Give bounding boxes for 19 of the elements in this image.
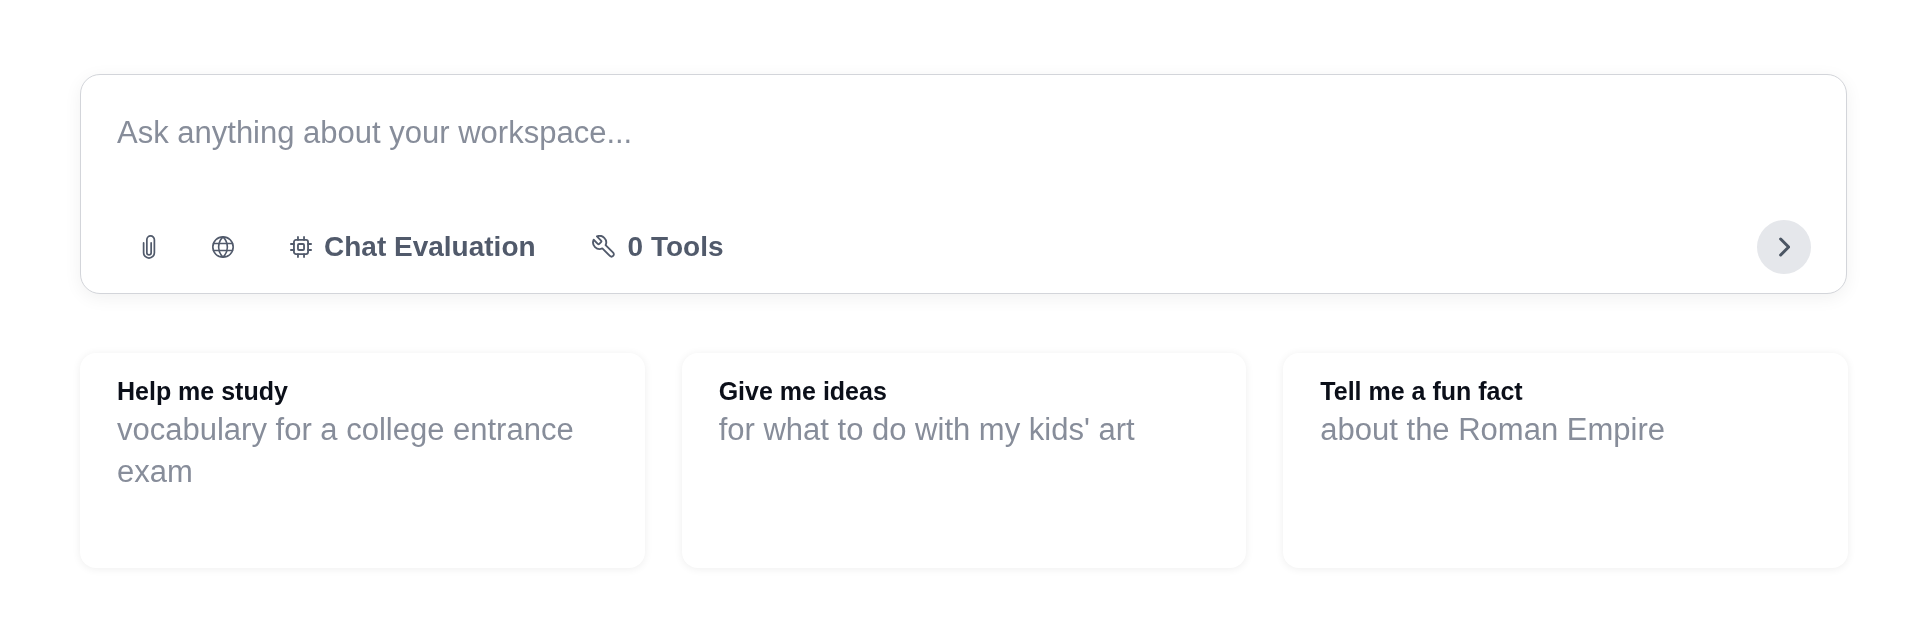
suggestion-title: Give me ideas bbox=[718, 376, 887, 406]
chip-icon bbox=[290, 236, 312, 258]
paperclip-icon bbox=[142, 235, 156, 259]
wrench-icon bbox=[591, 235, 616, 259]
suggestion-subtitle: about the Roman Empire bbox=[1320, 411, 1665, 449]
suggestion-subtitle: for what to do with my kids' art bbox=[718, 411, 1135, 449]
suggestion-card[interactable]: Give me ideas for what to do with my kids' art bbox=[681, 353, 1247, 568]
chevron-right-icon bbox=[1778, 237, 1790, 257]
suggestion-title: Help me study bbox=[117, 376, 288, 406]
message-input[interactable]: Ask anything about your workspace... bbox=[81, 75, 1846, 220]
globe-icon bbox=[212, 236, 234, 258]
model-button[interactable]: Chat Evaluation bbox=[282, 227, 544, 267]
chat-input-box[interactable]: Ask anything about your workspace... Chat Evaluation 0 Tools bbox=[80, 74, 1847, 294]
suggestion-subtitle: vocabulary for a college entrance exam bbox=[117, 411, 575, 491]
send-button[interactable] bbox=[1757, 220, 1811, 274]
suggestion-card[interactable]: Help me study vocabulary for a college entrance exam bbox=[80, 353, 645, 568]
tools-button[interactable]: 0 Tools bbox=[583, 227, 732, 267]
suggestion-card[interactable]: Tell me a fun fact about the Roman Empire bbox=[1283, 353, 1848, 568]
suggestion-title: Tell me a fun fact bbox=[1320, 376, 1523, 406]
